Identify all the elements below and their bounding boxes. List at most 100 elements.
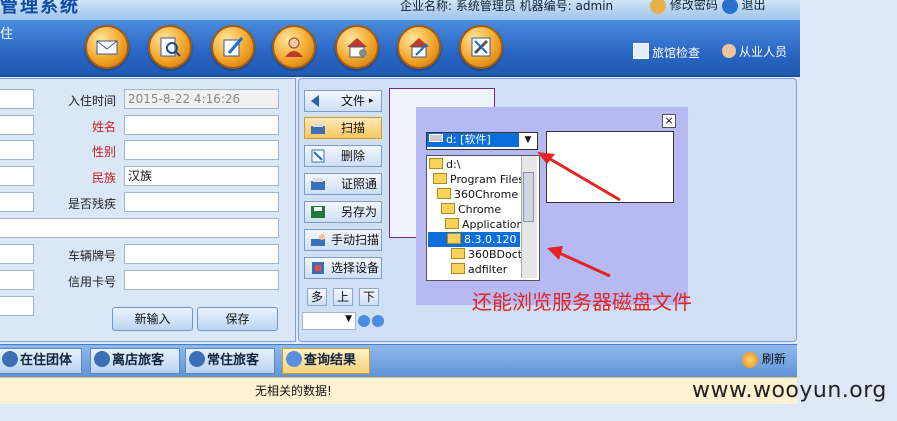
up-button[interactable]: 上	[333, 288, 353, 306]
name-field[interactable]	[124, 115, 279, 135]
folder-icon	[433, 173, 447, 184]
scan-select[interactable]: ▼	[302, 312, 356, 330]
scan-button[interactable]: 扫描	[304, 117, 382, 139]
staff-link[interactable]: 从业人员	[722, 43, 787, 60]
annotation-note: 还能浏览服务器磁盘文件	[472, 290, 692, 314]
folder-icon	[429, 158, 443, 169]
guest-icon	[189, 351, 205, 367]
people-icon[interactable]	[272, 25, 316, 69]
dir-item-selected[interactable]: 8.3.0.120	[428, 232, 520, 247]
dir-item[interactable]: d:\	[429, 157, 460, 172]
folder-icon	[437, 188, 451, 199]
drive-icon	[429, 134, 443, 142]
hotel-check-icon	[633, 43, 649, 59]
dir-item[interactable]: adfilter	[451, 262, 507, 277]
select-device-button[interactable]: 选择设备	[304, 257, 382, 279]
dir-item[interactable]: Application	[445, 217, 523, 232]
left-field-5[interactable]	[0, 192, 34, 212]
checkin-time-label: 入住时间	[67, 94, 116, 108]
staff-icon	[722, 44, 736, 58]
checkin-time-field[interactable]: 2015-8-22 4:16:26	[124, 89, 279, 109]
left-field-4[interactable]	[0, 166, 34, 186]
hand-scanner-icon	[311, 234, 325, 246]
disability-label: 是否残疾	[67, 197, 116, 211]
search-doc-icon[interactable]	[148, 25, 192, 69]
dir-item[interactable]: Chrome	[441, 202, 501, 217]
save-button[interactable]: 保存	[197, 307, 278, 331]
vehicle-plate-label: 车辆牌号	[67, 249, 116, 263]
left-field-7[interactable]	[0, 270, 34, 290]
down-button[interactable]: 下	[359, 288, 379, 306]
annotation-arrows	[537, 152, 621, 278]
credit-card-label: 信用卡号	[67, 275, 116, 289]
guest-icon	[94, 351, 110, 367]
gender-label: 性别	[91, 145, 116, 159]
dir-item[interactable]: 360BDoctc	[451, 247, 528, 262]
dir-item[interactable]: 360Chrome	[437, 187, 518, 202]
house-edit-icon[interactable]	[397, 25, 441, 69]
folder-icon	[441, 203, 455, 214]
app-title: 管理系统	[0, 0, 80, 17]
chevron-down-icon[interactable]: ▼	[520, 133, 536, 147]
folder-icon	[445, 218, 459, 229]
id-pass-button[interactable]: 证照通	[304, 173, 382, 195]
dropdown-arrow-icon: ▼	[345, 314, 352, 324]
page-background	[800, 0, 897, 421]
refresh-button[interactable]: 刷新	[742, 350, 786, 368]
manual-scan-button[interactable]: 手动扫描	[304, 229, 382, 251]
file-arrow-icon	[311, 95, 319, 107]
folder-icon	[447, 233, 461, 244]
file-menu-button[interactable]: 文件 ▸	[304, 90, 382, 112]
tab-regular-guests[interactable]: 常住旅客	[185, 348, 275, 374]
vehicle-plate-field[interactable]	[124, 244, 279, 264]
left-field-6[interactable]	[0, 244, 34, 264]
left-field-3[interactable]	[0, 140, 34, 160]
edit-icon[interactable]	[211, 25, 255, 69]
search-icon	[286, 351, 302, 367]
tools-icon[interactable]	[459, 25, 503, 69]
exit-link[interactable]: 退出	[742, 0, 766, 12]
folder-icon	[451, 248, 465, 259]
left-field-2[interactable]	[0, 115, 34, 135]
save-as-button[interactable]: 另存为	[304, 201, 382, 223]
credit-card-field[interactable]	[124, 270, 279, 290]
no-data-message: 无相关的数据!	[255, 384, 332, 398]
address-field[interactable]	[0, 218, 279, 238]
mail-icon[interactable]	[85, 25, 129, 69]
group-icon	[2, 351, 18, 367]
header-actions: 修改密码 退出	[650, 0, 766, 14]
key-icon	[650, 0, 666, 14]
gender-field[interactable]	[124, 140, 279, 160]
name-label: 姓名	[91, 120, 116, 134]
new-input-button[interactable]: 新输入	[112, 307, 193, 331]
refresh-icon	[742, 351, 758, 368]
house-gear-icon[interactable]	[335, 25, 379, 69]
close-icon[interactable]	[721, 0, 738, 14]
left-select[interactable]	[0, 296, 34, 316]
zoom-in-icon[interactable]	[358, 315, 370, 327]
scanner-icon	[311, 123, 325, 134]
hotel-check-link[interactable]: 旅馆检查	[633, 43, 700, 61]
tab-query-results[interactable]: 查询结果	[282, 348, 370, 374]
tab-departed-guests[interactable]: 离店旅客	[90, 348, 180, 374]
id-card-icon	[311, 178, 325, 190]
dir-item[interactable]: Program Files	[433, 172, 524, 187]
close-icon[interactable]: ×	[662, 114, 676, 128]
delete-button[interactable]: 删除	[304, 145, 382, 167]
multi-button[interactable]: 多	[307, 288, 327, 306]
device-icon	[312, 262, 324, 274]
ethnicity-field[interactable]: 汉族	[124, 166, 279, 186]
scrollbar-thumb[interactable]	[523, 172, 534, 222]
zoom-out-icon[interactable]	[372, 315, 384, 327]
disability-field[interactable]	[124, 192, 279, 212]
drive-selected: d: [软件]	[427, 133, 519, 147]
delete-icon	[311, 149, 325, 163]
ethnicity-label: 民族	[91, 171, 116, 185]
toolbar-left-label: 住	[0, 27, 14, 42]
watermark: www.wooyun.org	[692, 378, 887, 403]
left-field-1[interactable]	[0, 89, 34, 109]
floppy-icon	[311, 206, 325, 218]
tab-staying-groups[interactable]: 在住团体	[0, 348, 82, 374]
change-password-link[interactable]: 修改密码	[670, 0, 718, 12]
user-status: 企业名称: 系统管理员 机器编号: admin	[400, 0, 614, 13]
